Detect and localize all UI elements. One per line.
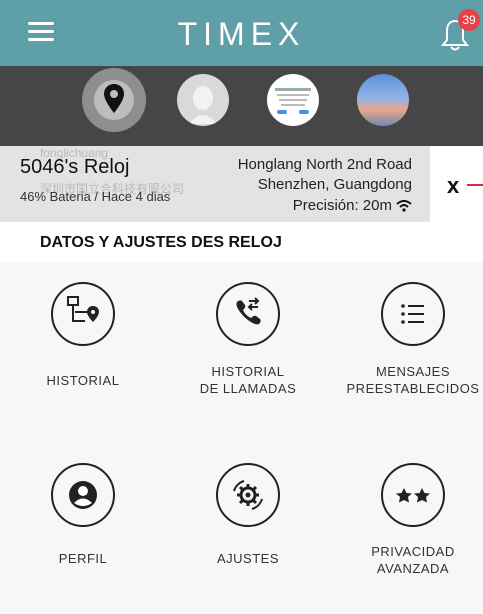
address-line-2: Shenzhen, Guangdong — [257, 176, 412, 193]
tile-label-historial-llamadas-2: DE LLAMADAS — [199, 381, 297, 396]
settings-gear-icon — [216, 463, 280, 527]
tile-ajustes[interactable]: AJUSTES — [173, 463, 323, 583]
tile-perfil[interactable]: PERFIL — [8, 463, 158, 583]
tile-privacidad[interactable]: PRIVACIDAD AVANZADA — [338, 463, 483, 583]
precision-text: Precisión: 20m — [292, 197, 392, 214]
close-accent-line — [467, 184, 483, 186]
settings-content: DATOS Y AJUSTES DES RELOJ HISTORIAL HIST… — [0, 222, 483, 614]
device-avatar-3[interactable] — [267, 74, 319, 126]
section-title: DATOS Y AJUSTES DES RELOJ — [40, 234, 282, 251]
profile-icon — [51, 463, 115, 527]
tile-label-historial: HISTORIAL — [46, 373, 120, 388]
tile-label-mensajes-2: PREESTABLECIDOS — [346, 381, 480, 396]
tile-label-historial-llamadas-1: HISTORIAL — [211, 364, 285, 379]
location-pin-icon — [104, 84, 124, 113]
device-avatar-2[interactable] — [177, 74, 229, 126]
history-route-icon — [51, 282, 115, 346]
device-avatar-4[interactable] — [357, 74, 409, 126]
tile-label-mensajes-1: MENSAJES — [375, 364, 451, 379]
section-header: DATOS Y AJUSTES DES RELOJ — [0, 222, 483, 262]
tile-historial[interactable]: HISTORIAL — [8, 282, 158, 402]
brand-logo: TIMEX — [177, 16, 306, 52]
device-status: 46% Bateria / Hace 4 dias — [20, 189, 171, 204]
list-icon — [381, 282, 445, 346]
screenshot-thumbnail-icon — [275, 88, 311, 114]
person-placeholder-icon — [189, 86, 217, 124]
device-info-bar: fonglichuang 深圳市国立合科技有限公司 5046's Reloj 4… — [0, 146, 483, 222]
address-line-1: Honglang North 2nd Road — [237, 156, 412, 173]
call-history-icon — [216, 282, 280, 346]
device-avatar-selected[interactable] — [82, 68, 146, 132]
tile-label-perfil: PERFIL — [58, 551, 108, 566]
tile-label-privacidad-2: AVANZADA — [376, 561, 450, 576]
notification-badge: 39 — [458, 9, 480, 31]
device-avatar-bar — [0, 66, 483, 146]
device-name: 5046's Reloj — [20, 156, 130, 178]
stars-icon — [381, 463, 445, 527]
precision-row: Precisión: 20m — [293, 197, 412, 214]
wifi-icon — [396, 200, 412, 212]
tile-label-ajustes: AJUSTES — [216, 551, 279, 566]
device-info-panel[interactable]: fonglichuang 深圳市国立合科技有限公司 5046's Reloj 4… — [0, 146, 430, 222]
tile-historial-llamadas[interactable]: HISTORIAL DE LLAMADAS — [173, 282, 323, 402]
close-info-button[interactable]: x — [447, 173, 459, 199]
tile-label-privacidad-1: PRIVACIDAD — [371, 544, 455, 559]
tile-mensajes[interactable]: MENSAJES PREESTABLECIDOS — [338, 282, 483, 402]
top-bar: TIMEX 39 — [0, 0, 483, 66]
